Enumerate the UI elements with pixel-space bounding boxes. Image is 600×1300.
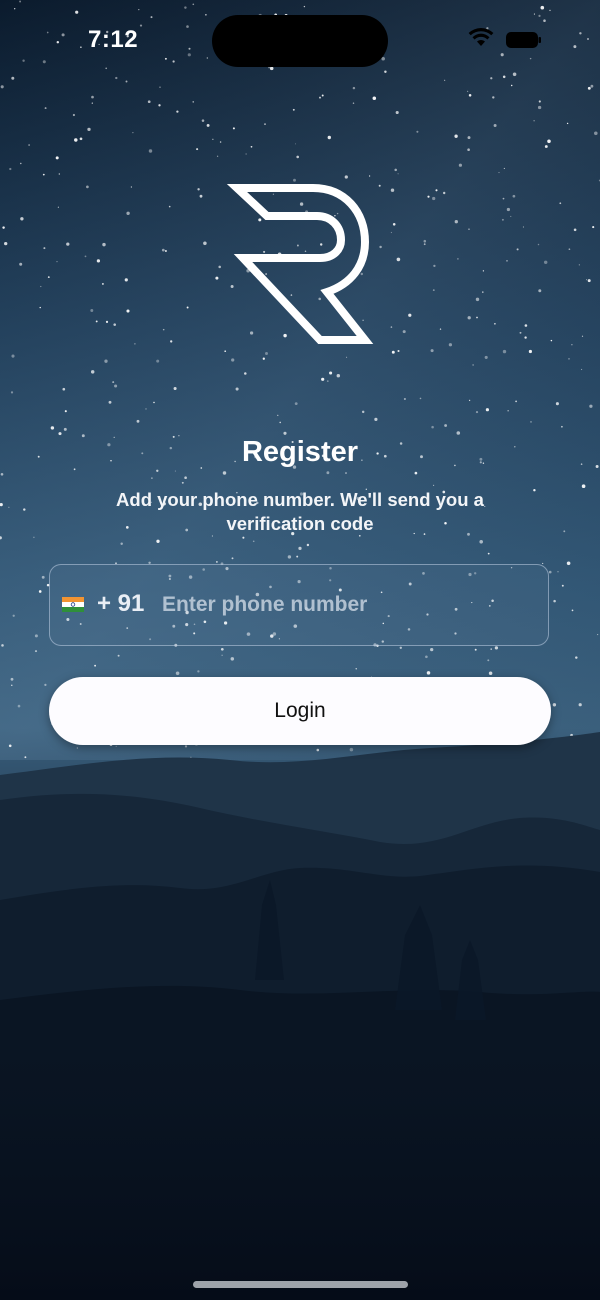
phone-input[interactable] [158,583,536,627]
page-subtitle: Add your phone number. We'll send you a … [116,489,484,534]
r-logo-icon [226,184,374,344]
wifi-icon [468,28,494,46]
home-indicator [193,1281,408,1288]
register-screen: 7:12 Register Add your phone number. We'… [0,0,600,1300]
country-code[interactable]: + 91 [97,590,144,618]
dynamic-island [212,15,388,67]
phone-number-field[interactable]: + 91 [49,564,549,646]
status-time: 7:12 [88,26,139,53]
login-button[interactable]: Login [49,677,551,745]
battery-icon [506,32,541,48]
india-flag-icon[interactable] [62,597,84,612]
status-bar: 7:12 [0,0,600,80]
page-title: Register [241,436,359,468]
